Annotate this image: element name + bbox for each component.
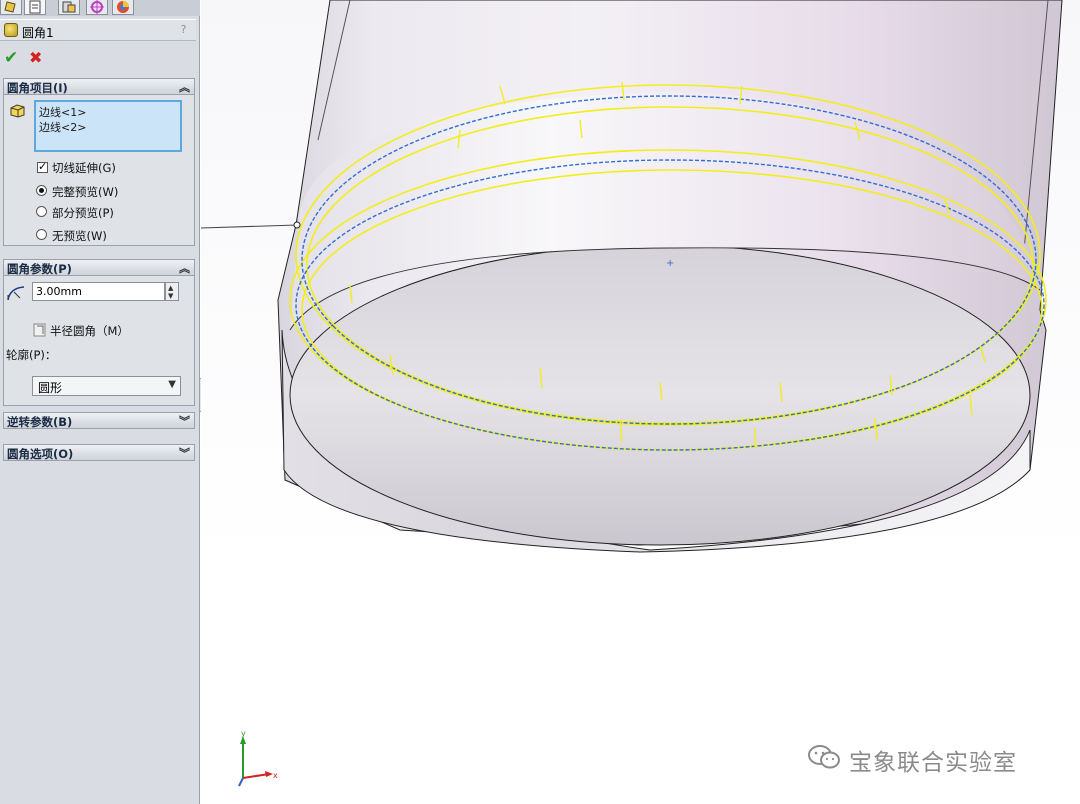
- group-fillet-options-title: 圆角选项(O): [7, 447, 74, 461]
- feature-tree-icon: [4, 1, 16, 13]
- collapse-chevron-icon[interactable]: ︽: [179, 79, 190, 95]
- group-setback-params-title: 逆转参数(B): [7, 415, 73, 429]
- radius-icon: [7, 286, 25, 301]
- spin-down-icon[interactable]: ▼: [168, 292, 173, 300]
- origin-marker: +: [666, 258, 674, 269]
- partial-preview-label: 部分预览(P): [52, 206, 114, 220]
- multi-radius-checkbox-icon[interactable]: [33, 322, 47, 337]
- wechat-icon: [808, 745, 840, 769]
- radius-spinner[interactable]: ▲ ▼: [165, 282, 179, 301]
- full-preview-radio[interactable]: [36, 185, 47, 196]
- property-manager-panel: 圆角1 ? ✔ ✖ 圆角项目(I) ︽ 边线<1> 边线<2> 切线延伸(G) …: [0, 0, 200, 804]
- chevron-down-icon[interactable]: ▼: [168, 379, 176, 390]
- selection-item[interactable]: 边线<1>: [39, 104, 86, 120]
- cancel-button[interactable]: ✖: [29, 48, 42, 67]
- triad-x-label: x: [273, 771, 278, 780]
- configuration-icon: [62, 1, 76, 13]
- expand-chevron-icon[interactable]: ︾: [179, 413, 190, 429]
- group-fillet-params-header[interactable]: 圆角参数(P) ︽: [3, 259, 195, 276]
- display-manager-icon: [117, 1, 129, 13]
- tab-feature-manager[interactable]: [0, 0, 22, 15]
- base-floor-face[interactable]: [289, 244, 1031, 546]
- expand-chevron-icon[interactable]: ︾: [179, 445, 190, 461]
- profile-select[interactable]: 圆形 ▼: [32, 376, 181, 396]
- group-fillet-items-header[interactable]: 圆角项目(I) ︽: [3, 78, 195, 95]
- radius-input[interactable]: [32, 282, 165, 301]
- sketch-line: [201, 224, 298, 229]
- feature-title: 圆角1: [22, 26, 54, 40]
- no-preview-radio[interactable]: [36, 229, 47, 240]
- group-fillet-params-title: 圆角参数(P): [7, 262, 72, 276]
- group-fillet-items-title: 圆角项目(I): [7, 81, 68, 95]
- edge-selection-list[interactable]: 边线<1> 边线<2>: [34, 100, 182, 152]
- tab-property-manager[interactable]: [24, 0, 46, 15]
- tab-display-manager[interactable]: [112, 0, 134, 15]
- triad-y-label: y: [241, 730, 246, 738]
- group-setback-params-header[interactable]: 逆转参数(B) ︾: [3, 412, 195, 429]
- coordinate-triad: y x: [238, 730, 278, 787]
- dimxpert-icon: [90, 0, 104, 14]
- graphics-area[interactable]: + y x 宝象联合实验室: [201, 0, 1080, 804]
- tangent-propagation-label: 切线延伸(G): [52, 161, 116, 175]
- edge-selection-icon: [10, 104, 25, 118]
- spin-up-icon[interactable]: ▲: [168, 284, 173, 292]
- profile-label: 轮廓(P)：: [6, 348, 57, 362]
- tab-dimxpert-manager[interactable]: [86, 0, 108, 15]
- profile-select-value: 圆形: [38, 381, 63, 395]
- feature-title-bar: 圆角1 ?: [0, 19, 196, 41]
- manager-tabs: [0, 0, 200, 16]
- ok-button[interactable]: ✔: [4, 48, 18, 68]
- selection-item[interactable]: 边线<2>: [39, 119, 86, 135]
- full-preview-label: 完整预览(W): [52, 185, 119, 199]
- fillet-feature-icon: [4, 23, 18, 37]
- collapse-chevron-icon[interactable]: ︽: [179, 260, 190, 276]
- help-button[interactable]: ?: [177, 23, 190, 37]
- watermark-text: 宝象联合实验室: [849, 750, 1017, 776]
- partial-preview-radio[interactable]: [36, 206, 47, 217]
- action-row: ✔ ✖: [0, 44, 196, 70]
- tangent-propagation-checkbox[interactable]: [37, 160, 48, 173]
- multi-radius-label: 半径圆角（M）: [50, 324, 129, 338]
- group-fillet-options-header[interactable]: 圆角选项(O) ︾: [3, 444, 195, 461]
- tab-configuration-manager[interactable]: [58, 0, 80, 15]
- model-viewport[interactable]: +: [201, 0, 1080, 804]
- no-preview-label: 无预览(W): [52, 229, 107, 243]
- property-sheet-icon: [29, 0, 41, 14]
- edge-handle[interactable]: [293, 221, 301, 229]
